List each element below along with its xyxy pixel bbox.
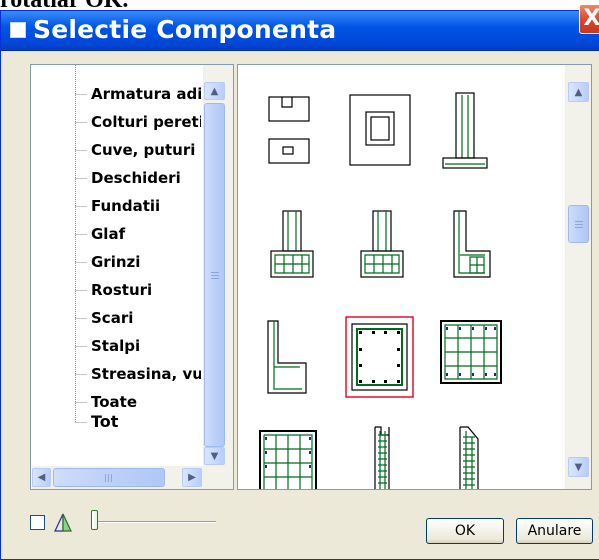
close-button[interactable]: X [579,4,599,34]
square-frame-thumbnail[interactable] [349,94,411,166]
title-bar[interactable]: Selectie Componenta [1,11,599,51]
rebar-grid-section-thumbnail[interactable] [440,320,502,384]
l-wall-footing-thumbnail[interactable] [453,210,491,278]
tree-item[interactable]: Grinzi [91,251,201,273]
option-checkbox[interactable] [30,515,45,530]
gallery-scroll-thumb[interactable] [568,205,589,243]
arrow-up-icon[interactable]: ▲ [568,82,589,102]
rebar-cage-chamfer-thumbnail[interactable] [459,426,479,489]
category-tree[interactable]: Armatura aditionala Colturi pereti Cuve,… [30,64,234,490]
tree-item[interactable]: Streasina, vuta [91,363,201,385]
arrow-down-icon[interactable]: ▼ [204,447,225,465]
tree-item[interactable]: Cuve, puturi [91,139,201,161]
tree-item[interactable]: Deschideri [91,167,201,189]
square-column-section-thumbnail[interactable] [345,316,414,398]
window-menu-icon[interactable] [10,22,26,38]
arrow-right-icon[interactable]: ▶ [182,468,202,487]
gallery-canvas [259,92,502,489]
tree-horizontal-scrollbar[interactable]: ◀ ▶ [32,466,233,489]
arrow-down-icon[interactable]: ▼ [568,457,589,477]
ok-button[interactable]: OK [426,518,504,544]
gallery-vertical-scrollbar[interactable]: ▲ ▼ [565,65,591,489]
square-hole-pair-thumbnail[interactable] [268,96,310,164]
perspective-icon[interactable] [52,511,74,533]
column-footing-narrow-thumbnail[interactable] [360,210,404,278]
tree-item[interactable]: Scari [91,307,201,329]
tree-scroll-thumb[interactable] [204,103,225,447]
tree-vertical-scrollbar[interactable]: ▲ ▼ [203,65,233,466]
component-gallery[interactable]: ▲ ▼ [237,64,592,490]
arrow-up-icon[interactable]: ▲ [204,82,225,100]
tree-item[interactable]: Colturi pereti [91,111,201,133]
zoom-slider-track[interactable] [96,521,216,523]
tree-item[interactable]: Rosturi [91,279,201,301]
arrow-left-icon[interactable]: ◀ [32,468,51,487]
tree-item[interactable]: Glaf [91,223,201,245]
tree-hscroll-thumb[interactable] [53,468,165,487]
l-wall-thumbnail[interactable] [267,320,307,394]
tree-item[interactable]: Armatura aditionala [91,83,201,105]
tree-item[interactable]: Toate [91,391,201,413]
cancel-button[interactable]: Anulare [516,518,593,544]
wall-footing-thumbnail[interactable] [270,210,314,278]
rebar-grid-large-thumbnail[interactable] [259,430,317,489]
tree-item[interactable]: Stalpi [91,335,201,357]
column-footing-thumbnail[interactable] [442,92,488,169]
rebar-cage-narrow-thumbnail[interactable] [374,426,390,489]
window-title: Selectie Componenta [33,15,337,44]
zoom-slider-thumb[interactable] [91,510,98,530]
tree-item-selected[interactable]: Tot [91,411,201,433]
tree-item[interactable]: Fundatii [91,195,201,217]
